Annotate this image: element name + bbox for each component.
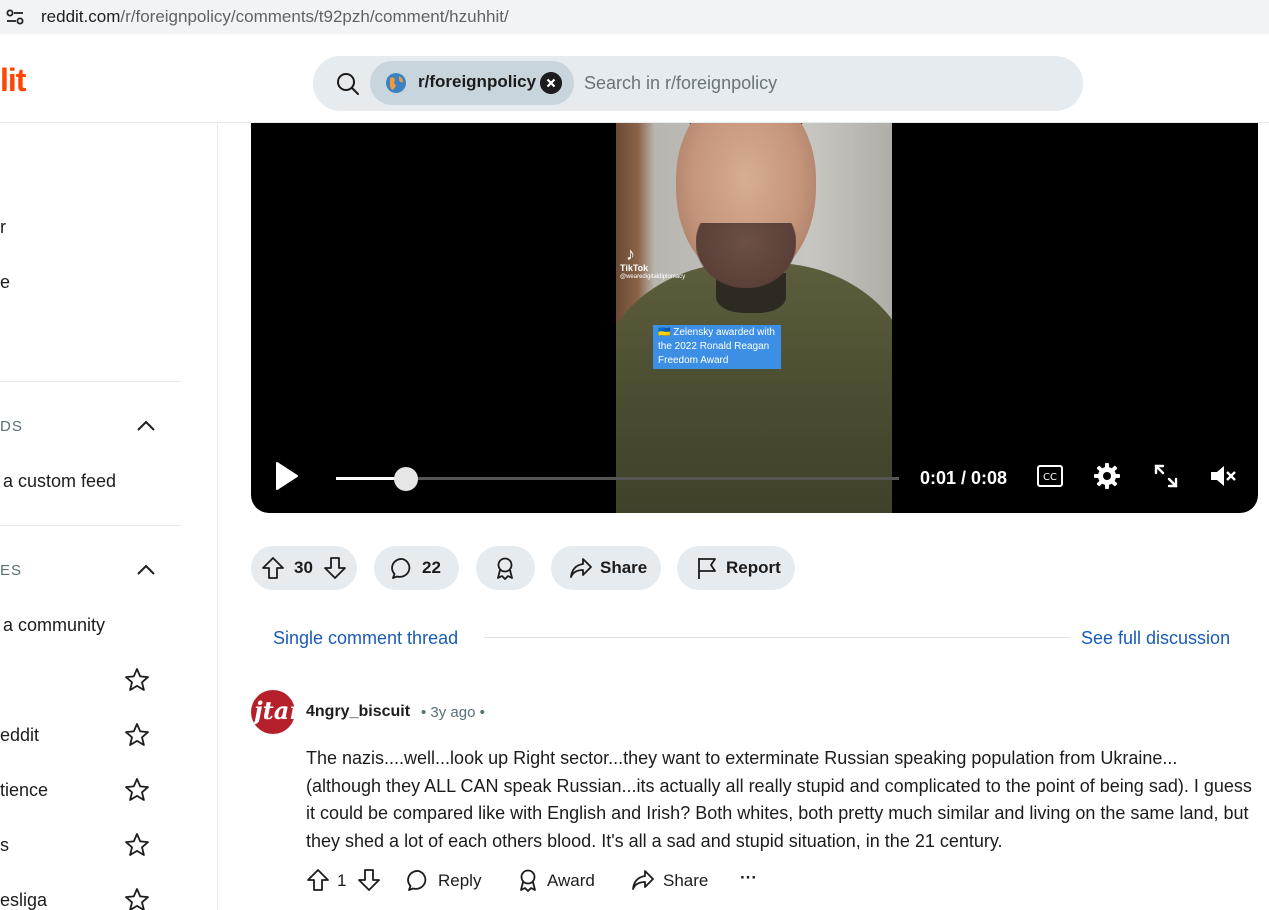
video-frame: ♪ TikTok @wearedigitaldiplomacy 🇺🇦 Zelen…: [616, 123, 892, 513]
close-icon[interactable]: [540, 72, 562, 94]
sidebar-nav-item[interactable]: e: [0, 272, 10, 293]
award-button[interactable]: Award: [516, 868, 598, 894]
upvote-icon[interactable]: [306, 868, 330, 892]
share-label: Share: [600, 558, 648, 577]
share-button[interactable]: Share: [631, 868, 711, 894]
star-icon[interactable]: [124, 667, 150, 693]
svg-text:CC: CC: [1043, 472, 1057, 483]
seek-handle[interactable]: [394, 467, 418, 491]
settings-gear-icon[interactable]: [1093, 462, 1121, 490]
sidebar-divider: [0, 525, 181, 526]
post-vote-count: 30: [294, 558, 313, 577]
report-label: Report: [726, 558, 781, 577]
star-icon[interactable]: [124, 887, 150, 910]
url-text[interactable]: reddit.com/r/foreignpolicy/comments/t92p…: [41, 7, 509, 27]
star-icon[interactable]: [124, 722, 150, 748]
single-comment-thread-link[interactable]: Single comment thread: [273, 628, 458, 649]
award-label: Award: [547, 871, 595, 890]
site-header: lit r/foreignpolicy Search in r/foreignp…: [0, 34, 1269, 123]
comment-vote-count: 1: [337, 871, 347, 890]
more-options-button[interactable]: ···: [740, 868, 762, 894]
chevron-up-icon[interactable]: [136, 419, 156, 433]
left-sidebar: r e DS a custom feed ES a community eddi…: [0, 123, 218, 910]
award-icon: [520, 869, 536, 892]
sidebar-community-item[interactable]: esliga: [0, 890, 47, 910]
upvote-icon[interactable]: [261, 556, 285, 580]
share-icon: [632, 870, 654, 890]
search-icon: [337, 73, 359, 95]
search-input[interactable]: Search in r/foreignpolicy: [584, 73, 777, 94]
flag-icon: [698, 558, 716, 579]
mute-icon[interactable]: [1209, 462, 1237, 490]
thread-divider: [484, 637, 1070, 638]
tiktok-watermark: ♪ TikTok @wearedigitaldiplomacy: [620, 245, 685, 282]
sidebar-nav-item[interactable]: r: [0, 217, 6, 238]
star-icon[interactable]: [124, 832, 150, 858]
share-label: Share: [663, 871, 709, 890]
avatar-logo-text: jtart: [254, 696, 295, 725]
sidebar-divider: [0, 381, 181, 382]
share-icon: [570, 558, 592, 578]
create-custom-feed[interactable]: a custom feed: [3, 471, 116, 492]
reddit-logo[interactable]: lit: [0, 62, 26, 99]
create-community[interactable]: a community: [3, 615, 105, 636]
custom-feeds-heading[interactable]: DS: [0, 418, 23, 435]
share-button[interactable]: Share: [551, 546, 661, 590]
award-button[interactable]: [476, 546, 535, 590]
downvote-icon[interactable]: [323, 556, 347, 580]
comment-author[interactable]: 4ngry_biscuit: [306, 703, 410, 721]
reply-label: Reply: [438, 871, 482, 890]
report-button[interactable]: Report: [677, 546, 795, 590]
sidebar-community-item[interactable]: tience: [0, 780, 48, 801]
fullscreen-icon[interactable]: [1152, 462, 1180, 490]
chevron-up-icon[interactable]: [136, 563, 156, 577]
tiktok-watermark-handle: @wearedigitaldiplomacy: [620, 274, 686, 280]
subreddit-search-chip[interactable]: r/foreignpolicy: [370, 61, 574, 105]
comment-icon: [407, 870, 427, 891]
video-caption: 🇺🇦 Zelensky awarded with the 2022 Ronald…: [653, 325, 781, 369]
award-icon: [497, 557, 513, 580]
see-full-discussion-link[interactable]: See full discussion: [1081, 628, 1230, 649]
avatar[interactable]: jtart: [251, 690, 295, 734]
sidebar-community-item[interactable]: s: [0, 835, 9, 856]
comment-count: 22: [422, 558, 441, 577]
reply-button[interactable]: Reply: [407, 868, 487, 894]
search-chip-label: r/foreignpolicy: [418, 72, 537, 91]
post-vote-group: 30: [251, 546, 357, 590]
video-player[interactable]: ♪ TikTok @wearedigitaldiplomacy 🇺🇦 Zelen…: [251, 123, 1258, 513]
tiktok-watermark-name: TikTok: [620, 263, 649, 273]
tiktok-logo-icon: ♪: [626, 244, 635, 264]
browser-address-bar[interactable]: reddit.com/r/foreignpolicy/comments/t92p…: [0, 0, 1269, 34]
comment-timestamp: • 3y ago •: [421, 704, 485, 721]
search-bar[interactable]: r/foreignpolicy Search in r/foreignpolic…: [313, 56, 1083, 111]
video-time: 0:01 / 0:08: [920, 468, 1008, 488]
comment-icon: [391, 558, 411, 579]
video-seek-bar[interactable]: [336, 477, 899, 480]
globe-icon: [386, 73, 406, 93]
communities-heading[interactable]: ES: [0, 562, 22, 579]
comment-vote-group: 1: [306, 868, 382, 894]
captions-icon[interactable]: CC: [1036, 462, 1064, 490]
comments-button[interactable]: 22: [374, 546, 459, 590]
comment-body: The nazis....well...look up Right sector…: [306, 748, 1252, 851]
star-icon[interactable]: [124, 777, 150, 803]
more-options-icon: ···: [740, 868, 757, 887]
site-settings-icon[interactable]: [6, 9, 24, 25]
sidebar-community-item[interactable]: eddit: [0, 725, 39, 746]
downvote-icon[interactable]: [357, 868, 381, 892]
play-icon[interactable]: [275, 461, 299, 491]
